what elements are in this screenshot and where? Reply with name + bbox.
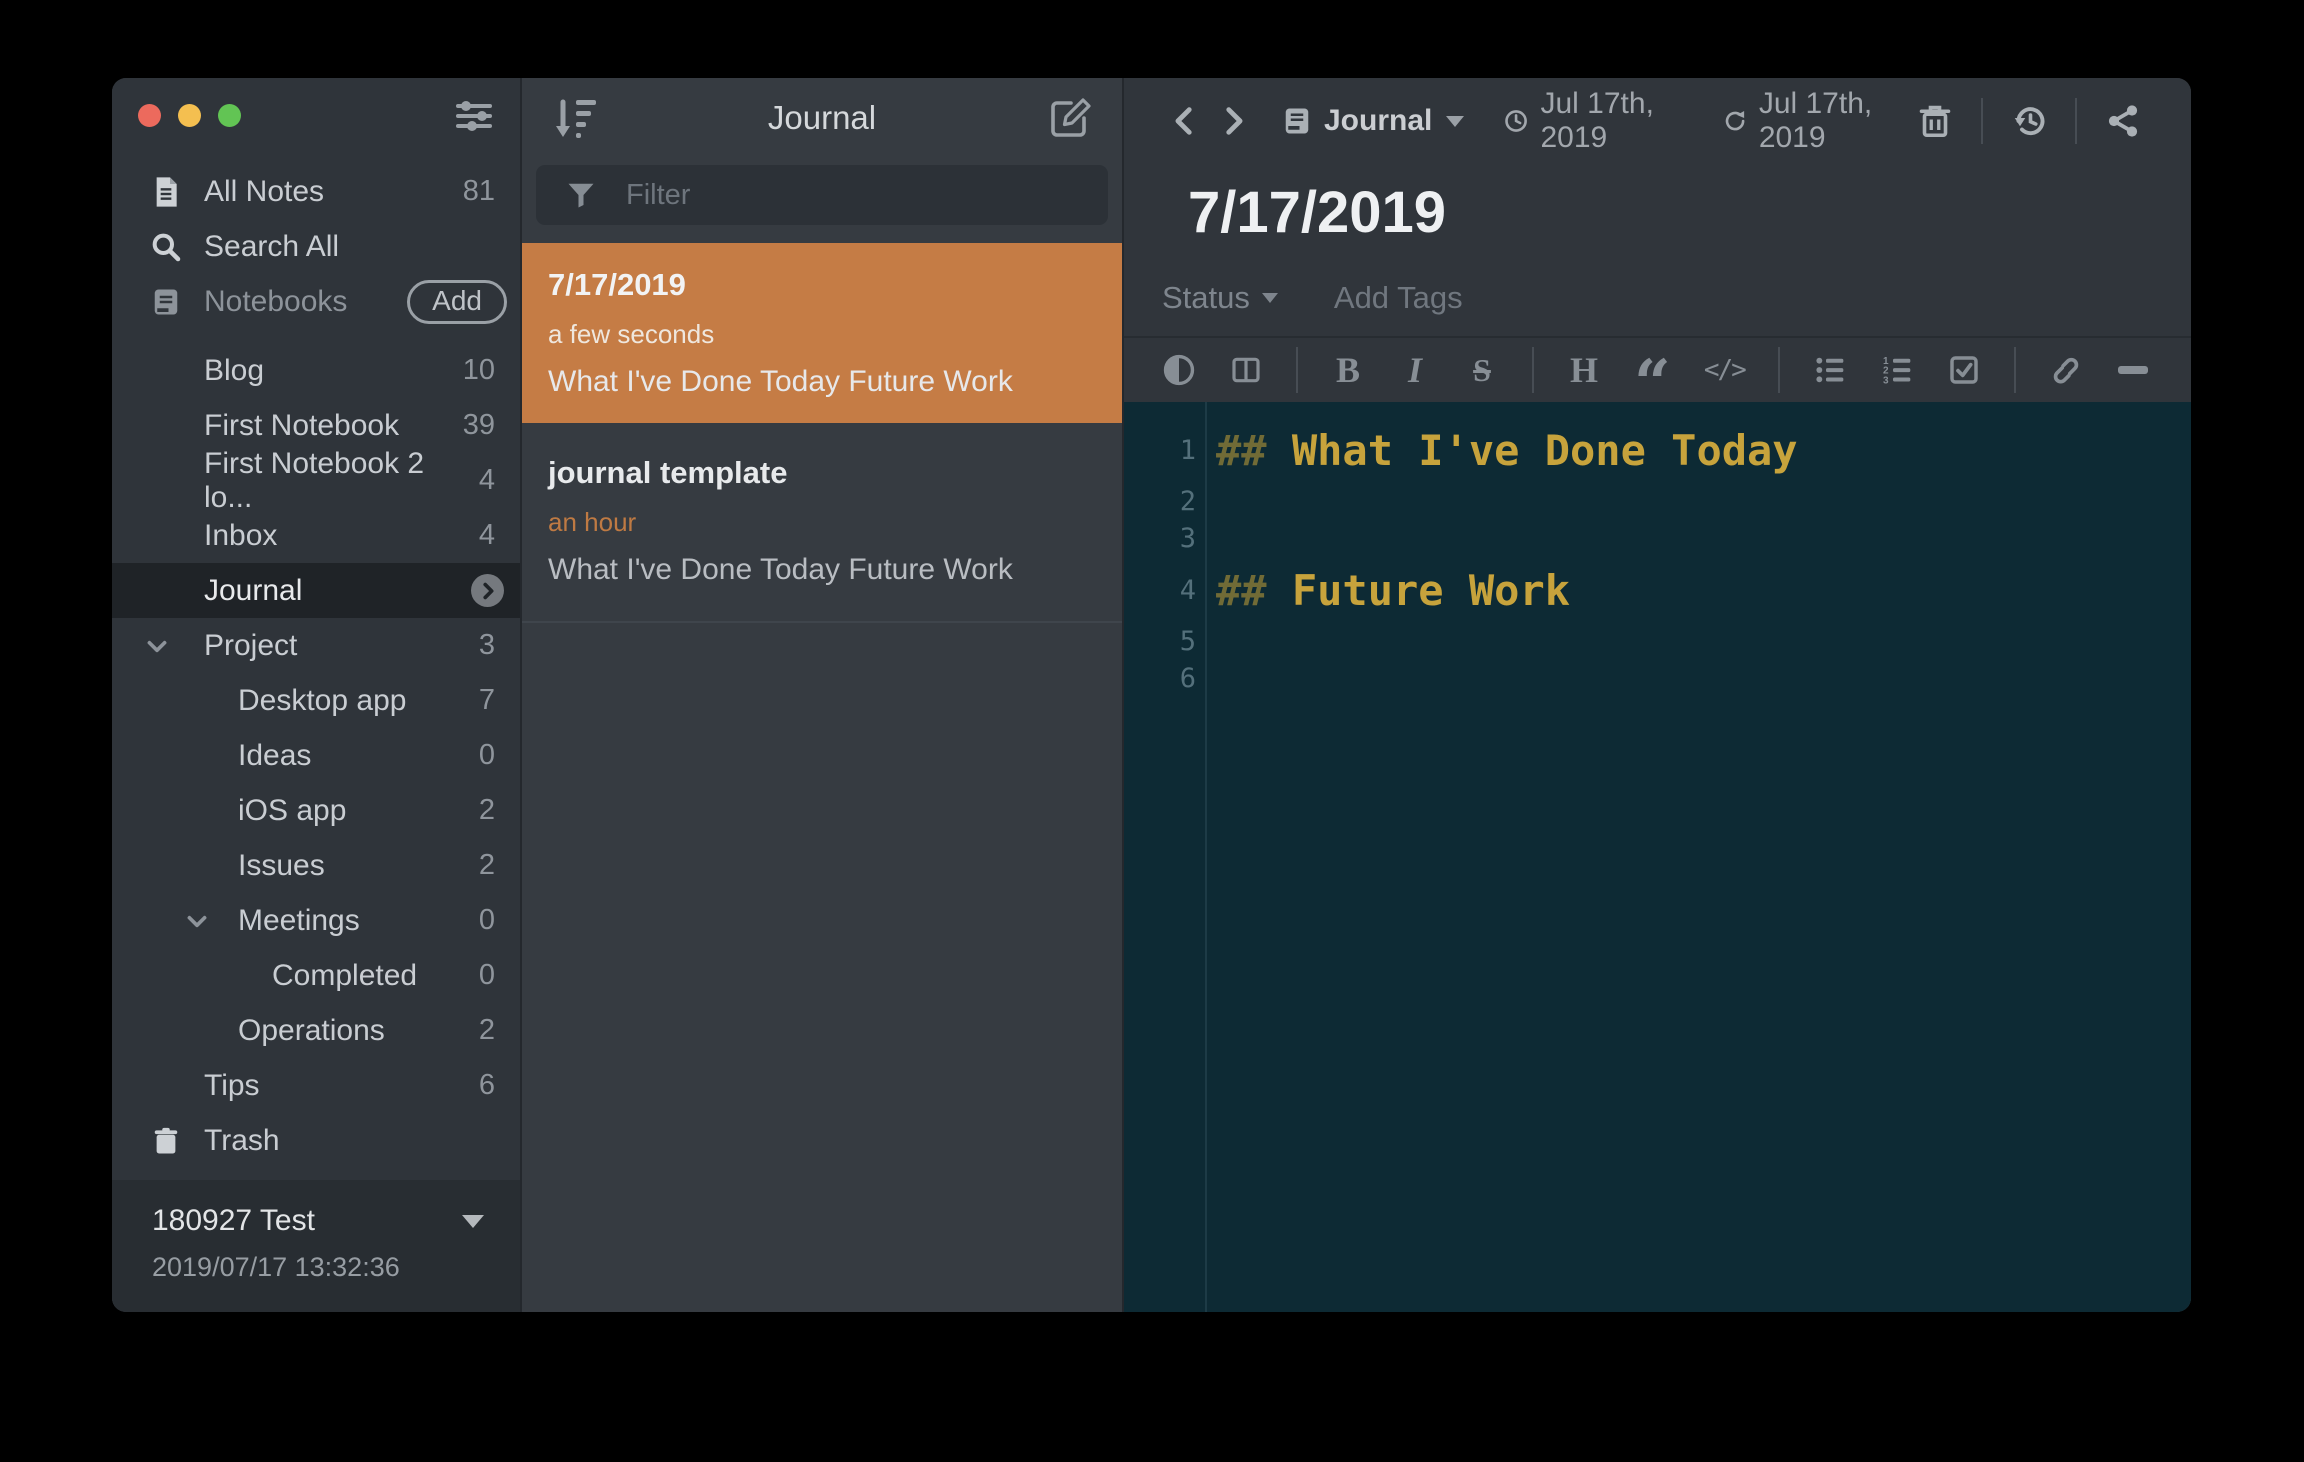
sidebar-item-search-all[interactable]: Search All (112, 219, 520, 274)
editor-panel: Journal Jul 17th, 2019 Jul 17th, 2019 7/… (1124, 78, 2191, 1312)
notebook-selector[interactable]: Journal (1282, 104, 1465, 138)
gutter-divider (1205, 402, 1207, 1312)
new-note-icon[interactable] (1050, 96, 1092, 138)
code-icon[interactable]: </> (1704, 350, 1747, 390)
filter-input[interactable] (624, 177, 1044, 213)
side-by-side-icon[interactable] (1229, 350, 1263, 390)
search-icon (148, 229, 184, 265)
delete-note-icon[interactable] (1915, 101, 1955, 141)
note-card-selected[interactable]: 7/17/2019 a few seconds What I've Done T… (522, 243, 1122, 423)
app-window: All Notes 81 Search All Notebooks Add Bl… (112, 78, 2191, 1312)
editor-line[interactable]: 6 (1124, 660, 2191, 697)
chevron-right-circle-icon[interactable] (471, 574, 504, 607)
sidebar-item-inbox[interactable]: Inbox 4 (112, 508, 520, 563)
divider (1777, 347, 1780, 393)
editor-nav-bar: Journal Jul 17th, 2019 Jul 17th, 2019 (1124, 78, 2191, 164)
task-list-icon[interactable] (1947, 350, 1981, 390)
sidebar-item-project[interactable]: Project 3 (112, 618, 520, 673)
divider (1981, 98, 1983, 144)
trash-icon (148, 1123, 184, 1159)
sidebar-item-tips[interactable]: Tips 6 (112, 1058, 520, 1113)
bold-icon[interactable]: B (1331, 350, 1365, 390)
note-title[interactable]: 7/17/2019 (1188, 179, 1446, 246)
ordered-list-icon[interactable]: 123 (1880, 350, 1914, 390)
caret-down-icon (1446, 115, 1465, 127)
forward-button[interactable] (1216, 101, 1250, 141)
sidebar: All Notes 81 Search All Notebooks Add Bl… (112, 78, 520, 1312)
italic-icon[interactable]: I (1398, 350, 1432, 390)
sidebar-item-ideas[interactable]: Ideas 0 (112, 728, 520, 783)
note-list-title: Journal (767, 99, 877, 136)
sync-timestamp: 2019/07/17 13:32:36 (152, 1252, 400, 1282)
note-card[interactable]: journal template an hour What I've Done … (522, 423, 1122, 623)
sidebar-item-notebooks[interactable]: Notebooks Add (112, 274, 520, 329)
sidebar-item-journal[interactable]: Journal (112, 563, 520, 618)
editor-toolbar: B I S H “ </> 123 (1124, 336, 2191, 416)
sidebar-item-ios-app[interactable]: iOS app 2 (112, 783, 520, 838)
sidebar-item-completed[interactable]: Completed 0 (112, 948, 520, 1003)
sidebar-item-issues[interactable]: Issues 2 (112, 838, 520, 893)
editor-actions (1915, 98, 2143, 144)
divider (2013, 347, 2016, 393)
add-tags-button[interactable]: Add Tags (1334, 280, 1463, 316)
refresh-icon (1725, 110, 1745, 131)
note-title-row: 7/17/2019 (1124, 164, 2191, 260)
note-meta-row: Status Add Tags (1124, 260, 2191, 336)
notebook-icon (148, 284, 184, 320)
workspace-switcher[interactable]: 180927 Test 2019/07/17 13:32:36 (112, 1180, 520, 1312)
sidebar-item-first-notebook[interactable]: First Notebook 39 (112, 398, 520, 453)
editor-line[interactable]: 3 (1124, 520, 2191, 557)
updated-date: Jul 17th, 2019 (1723, 87, 1901, 155)
bullet-list-icon[interactable] (1813, 350, 1847, 390)
sidebar-item-operations[interactable]: Operations 2 (112, 1003, 520, 1058)
blockquote-icon[interactable]: “ (1634, 350, 1671, 416)
zoom-window-button[interactable] (218, 104, 241, 127)
filter-box[interactable] (536, 165, 1108, 225)
chevron-down-icon[interactable] (182, 906, 212, 936)
sidebar-settings-icon[interactable] (456, 100, 492, 132)
clock-icon (1505, 110, 1528, 132)
markdown-editor[interactable]: 1 ## What I've Done Today 2 3 4 ## Futur… (1124, 402, 2191, 1312)
heading-icon[interactable]: H (1567, 350, 1601, 390)
editor-line[interactable]: 4 ## Future Work (1124, 557, 2191, 623)
editor-line[interactable]: 5 (1124, 623, 2191, 660)
preview-icon[interactable] (1162, 350, 1196, 390)
sidebar-item-desktop-app[interactable]: Desktop app 7 (112, 673, 520, 728)
editor-line[interactable]: 2 (1124, 483, 2191, 520)
minimize-window-button[interactable] (178, 104, 201, 127)
book-icon (1285, 108, 1309, 134)
share-icon[interactable] (2103, 101, 2143, 141)
caret-down-icon (1261, 293, 1278, 303)
horizontal-rule-icon[interactable] (2116, 350, 2150, 390)
close-window-button[interactable] (138, 104, 161, 127)
window-controls (138, 104, 241, 127)
strikethrough-icon[interactable]: S (1465, 350, 1499, 390)
editor-line[interactable]: 1 ## What I've Done Today (1124, 417, 2191, 483)
divider (1296, 347, 1298, 393)
sort-icon[interactable] (554, 98, 598, 140)
divider (1532, 347, 1534, 393)
history-icon[interactable] (2009, 101, 2049, 141)
sidebar-item-blog[interactable]: Blog 10 (112, 343, 520, 398)
created-date: Jul 17th, 2019 (1504, 87, 1682, 155)
divider (2075, 98, 2077, 144)
sidebar-item-trash[interactable]: Trash (112, 1113, 520, 1168)
filter-icon (566, 180, 596, 210)
note-list-panel: Journal 7/17/2019 a few seconds What I'v… (520, 78, 1124, 1312)
note-list-header: Journal (522, 78, 1122, 158)
sidebar-item-all-notes[interactable]: All Notes 81 (112, 164, 520, 219)
status-dropdown[interactable]: Status (1162, 280, 1278, 316)
sidebar-item-meetings[interactable]: Meetings 0 (112, 893, 520, 948)
chevron-down-icon[interactable] (142, 631, 172, 661)
note-icon (148, 174, 184, 210)
note-cards: 7/17/2019 a few seconds What I've Done T… (522, 243, 1122, 623)
svg-text:3: 3 (1883, 375, 1889, 386)
back-button[interactable] (1168, 101, 1202, 141)
sidebar-nav: All Notes 81 Search All Notebooks Add Bl… (112, 164, 520, 1168)
sidebar-item-first-notebook-2[interactable]: First Notebook 2 lo... 4 (112, 447, 520, 514)
add-notebook-button[interactable]: Add (407, 279, 507, 324)
link-icon[interactable] (2049, 350, 2083, 390)
caret-down-icon (462, 1214, 484, 1228)
workspace-name: 180927 Test (152, 1204, 315, 1237)
